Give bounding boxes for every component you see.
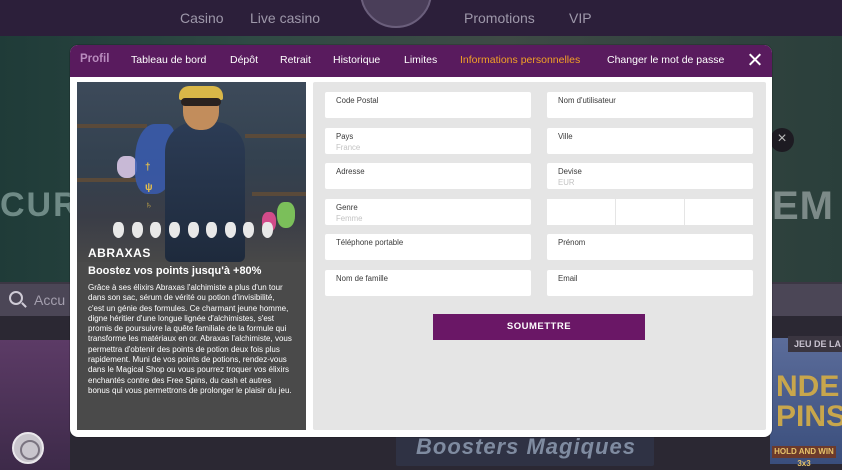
potion-icon	[243, 222, 255, 238]
promo-description: Grâce à ses élixirs Abraxas l'alchimiste…	[88, 283, 292, 395]
nom-utilisateur-field[interactable]: Nom d'utilisateur	[547, 92, 753, 118]
potion-icon	[187, 222, 199, 238]
tab-informations-personnelles[interactable]: Informations personnelles	[460, 54, 580, 66]
nom-famille-field[interactable]: Nom de famille	[325, 270, 531, 296]
shelf	[252, 192, 306, 196]
code-postal-label: Code Postal	[336, 96, 379, 105]
potion-icon	[150, 222, 162, 238]
search-icon	[9, 291, 23, 305]
tab-changer-mot-de-passe[interactable]: Changer le mot de passe	[607, 54, 724, 66]
email-field[interactable]: Email	[547, 270, 753, 296]
pays-value: France	[336, 143, 361, 152]
shelf	[77, 124, 147, 128]
ville-field[interactable]: Ville	[547, 128, 753, 154]
code-postal-field[interactable]: Code Postal	[325, 92, 531, 118]
potion-icon	[206, 222, 218, 238]
tab-profil[interactable]: Profil	[80, 53, 109, 65]
nav-casino-link[interactable]: Casino	[180, 10, 224, 26]
rune-icon: †	[145, 162, 151, 173]
devise-field[interactable]: Devise EUR	[547, 163, 753, 189]
tab-retrait[interactable]: Retrait	[280, 54, 311, 66]
telephone-field[interactable]: Téléphone portable	[325, 234, 531, 260]
potion-icon	[262, 222, 273, 238]
tab-depot[interactable]: Dépôt	[230, 54, 258, 66]
ville-label: Ville	[558, 132, 573, 141]
genre-value: Femme	[336, 214, 363, 223]
shelf	[245, 134, 306, 138]
goggles-icon	[181, 98, 221, 106]
potion-icon	[131, 222, 143, 238]
search-placeholder: Accu	[34, 292, 66, 308]
birth-day-select[interactable]	[547, 199, 615, 225]
adresse-field[interactable]: Adresse	[325, 163, 531, 189]
site-logo[interactable]	[360, 0, 432, 28]
birth-month-select[interactable]	[616, 199, 684, 225]
nom-famille-label: Nom de famille	[336, 274, 388, 283]
pays-field[interactable]: Pays France	[325, 128, 531, 154]
tab-historique[interactable]: Historique	[333, 54, 380, 66]
nav-live-casino-link[interactable]: Live casino	[250, 10, 320, 26]
telephone-label: Téléphone portable	[336, 238, 404, 247]
submit-button[interactable]: SOUMETTRE	[433, 314, 645, 340]
flask-icon	[117, 156, 137, 178]
genre-field[interactable]: Genre Femme	[325, 199, 531, 225]
devise-label: Devise	[558, 167, 582, 176]
hero-left-text: CUR	[0, 186, 80, 224]
tab-limites[interactable]: Limites	[404, 54, 437, 66]
profile-tab-bar: Profil Tableau de bord Dépôt Retrait His…	[70, 45, 772, 77]
help-widget-icon	[12, 432, 44, 464]
promo-title: ABRAXAS	[88, 246, 151, 260]
genre-label: Genre	[336, 203, 358, 212]
promo-card: † ψ ♄ ABRAXAS Boostez vos points jusqu'à…	[77, 82, 306, 430]
prenom-field[interactable]: Prénom	[547, 234, 753, 260]
nav-vip-link[interactable]: VIP	[569, 10, 592, 26]
potion-icon	[224, 222, 236, 238]
rune-icon: ♄	[145, 200, 153, 211]
birth-year-select[interactable]	[685, 199, 753, 225]
flask-icon	[277, 202, 295, 228]
hero-right-text: EM	[772, 184, 834, 228]
profile-modal: Profil Tableau de bord Dépôt Retrait His…	[70, 45, 772, 437]
close-icon[interactable]	[747, 52, 763, 68]
background-top-nav: Casino Live casino Promotions VIP	[0, 0, 842, 36]
devise-value: EUR	[558, 178, 575, 187]
pays-label: Pays	[336, 132, 354, 141]
prenom-label: Prénom	[558, 238, 586, 247]
abraxas-artwork: † ψ ♄	[77, 82, 306, 262]
adresse-label: Adresse	[336, 167, 365, 176]
potion-icon	[113, 222, 124, 238]
nav-promotions-link[interactable]: Promotions	[464, 10, 535, 26]
shelf	[77, 178, 137, 182]
game-tile-subtitle: HOLD AND WIN 3x3	[772, 446, 836, 468]
nom-utilisateur-label: Nom d'utilisateur	[558, 96, 616, 105]
email-label: Email	[558, 274, 578, 283]
boosters-banner-text: Boosters Magiques	[416, 434, 636, 459]
potion-icon	[168, 222, 180, 238]
promo-subtitle: Boostez vos points jusqu'à +80%	[88, 265, 262, 277]
tab-tableau-de-bord[interactable]: Tableau de bord	[131, 54, 206, 66]
potion-progress-icons	[113, 222, 273, 242]
game-tile-badge: JEU DE LA	[788, 336, 842, 352]
hero-close-icon: ×	[770, 128, 794, 152]
rune-icon: ψ	[145, 182, 153, 193]
personal-info-form: Code Postal Nom d'utilisateur Pays Franc…	[313, 82, 766, 430]
game-tile-title: NDE PINS	[776, 370, 842, 433]
